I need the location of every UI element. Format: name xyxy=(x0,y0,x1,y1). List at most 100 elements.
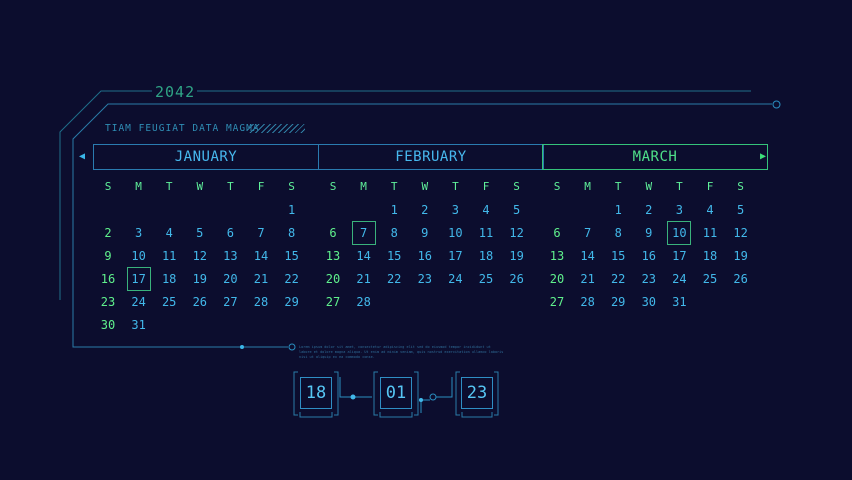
month-title[interactable]: MARCH xyxy=(542,144,768,170)
day-cell[interactable]: 16 xyxy=(413,248,437,265)
day-cell[interactable]: 5 xyxy=(729,202,753,219)
day-cell[interactable]: 30 xyxy=(637,294,661,311)
day-cell[interactable]: 17 xyxy=(443,248,467,265)
day-cell[interactable]: 25 xyxy=(157,294,181,311)
day-cell[interactable]: 7 xyxy=(249,225,273,242)
selected-day-cell[interactable]: 7 xyxy=(351,221,376,245)
day-cell[interactable]: 16 xyxy=(637,248,661,265)
day-cell[interactable]: 31 xyxy=(127,317,151,334)
day-cell[interactable]: 13 xyxy=(545,248,569,265)
day-cell[interactable]: 28 xyxy=(352,294,376,311)
day-cell[interactable]: 22 xyxy=(382,271,406,288)
day-cell[interactable]: 24 xyxy=(443,271,467,288)
weekday-label: F xyxy=(482,180,490,193)
day-cell[interactable]: 3 xyxy=(127,225,151,242)
day-cell[interactable]: 22 xyxy=(280,271,304,288)
day-cell[interactable]: 28 xyxy=(249,294,273,311)
day-cell[interactable]: 11 xyxy=(698,225,722,242)
day-cell[interactable]: 23 xyxy=(637,271,661,288)
day-cell[interactable]: 9 xyxy=(96,248,120,265)
day-cell[interactable]: 12 xyxy=(729,225,753,242)
weekday-label: W xyxy=(196,180,204,193)
day-cell[interactable]: 26 xyxy=(729,271,753,288)
day-cell[interactable]: 26 xyxy=(188,294,212,311)
day-cell[interactable]: 29 xyxy=(280,294,304,311)
selected-day-cell[interactable]: 10 xyxy=(667,221,692,245)
day-cell[interactable]: 23 xyxy=(413,271,437,288)
day-cell[interactable]: 30 xyxy=(96,317,120,334)
day-cell[interactable]: 19 xyxy=(505,248,529,265)
day-cell[interactable]: 12 xyxy=(505,225,529,242)
calendar-subtitle: TIAM FEUGIAT DATA MAGMA xyxy=(105,123,260,134)
day-cell[interactable]: 8 xyxy=(280,225,304,242)
day-cell[interactable]: 4 xyxy=(474,202,498,219)
day-cell[interactable]: 1 xyxy=(280,202,304,219)
day-cell[interactable]: 14 xyxy=(576,248,600,265)
day-cell[interactable]: 10 xyxy=(443,225,467,242)
day-cell[interactable]: 22 xyxy=(606,271,630,288)
day-cell[interactable]: 15 xyxy=(606,248,630,265)
day-cell[interactable]: 7 xyxy=(576,225,600,242)
day-cell[interactable]: 4 xyxy=(157,225,181,242)
day-cell[interactable]: 20 xyxy=(218,271,242,288)
day-cell[interactable]: 6 xyxy=(321,225,345,242)
day-cell[interactable]: 10 xyxy=(127,248,151,265)
day-cell[interactable]: 2 xyxy=(637,202,661,219)
day-cell[interactable]: 12 xyxy=(188,248,212,265)
day-cell[interactable]: 17 xyxy=(667,248,691,265)
day-cell[interactable]: 8 xyxy=(606,225,630,242)
month-title[interactable]: JANUARY xyxy=(93,144,319,170)
day-cell[interactable]: 11 xyxy=(157,248,181,265)
day-cell[interactable]: 20 xyxy=(545,271,569,288)
prev-month-icon[interactable]: ◀ xyxy=(79,151,85,163)
day-cell[interactable]: 5 xyxy=(188,225,212,242)
day-cell[interactable]: 18 xyxy=(698,248,722,265)
day-cell[interactable]: 9 xyxy=(413,225,437,242)
day-cell[interactable]: 13 xyxy=(218,248,242,265)
day-cell[interactable]: 27 xyxy=(321,294,345,311)
day-cell[interactable]: 15 xyxy=(280,248,304,265)
day-cell[interactable]: 1 xyxy=(382,202,406,219)
weekday-label: W xyxy=(421,180,429,193)
weekday-row: SMTWTFS xyxy=(542,180,768,196)
day-cell[interactable]: 27 xyxy=(545,294,569,311)
day-cell[interactable]: 5 xyxy=(505,202,529,219)
day-cell[interactable]: 24 xyxy=(667,271,691,288)
day-cell[interactable]: 25 xyxy=(474,271,498,288)
day-cell[interactable]: 19 xyxy=(729,248,753,265)
day-cell[interactable]: 8 xyxy=(382,225,406,242)
day-cell[interactable]: 24 xyxy=(127,294,151,311)
day-cell[interactable]: 13 xyxy=(321,248,345,265)
day-cell[interactable]: 2 xyxy=(96,225,120,242)
weekday-label: W xyxy=(645,180,653,193)
day-cell[interactable]: 14 xyxy=(352,248,376,265)
day-cell[interactable]: 14 xyxy=(249,248,273,265)
day-cell[interactable]: 20 xyxy=(321,271,345,288)
day-cell[interactable]: 15 xyxy=(382,248,406,265)
day-cell[interactable]: 9 xyxy=(637,225,661,242)
day-cell[interactable]: 21 xyxy=(576,271,600,288)
day-cell[interactable]: 3 xyxy=(667,202,691,219)
day-cell[interactable]: 31 xyxy=(667,294,691,311)
day-cell[interactable]: 29 xyxy=(606,294,630,311)
day-cell[interactable]: 21 xyxy=(249,271,273,288)
day-cell[interactable]: 28 xyxy=(576,294,600,311)
day-cell[interactable]: 4 xyxy=(698,202,722,219)
month-title[interactable]: FEBRUARY xyxy=(318,144,544,170)
day-cell[interactable]: 6 xyxy=(218,225,242,242)
selected-day-cell[interactable]: 17 xyxy=(126,267,151,291)
day-cell[interactable]: 21 xyxy=(352,271,376,288)
day-cell[interactable]: 1 xyxy=(606,202,630,219)
day-cell[interactable]: 18 xyxy=(157,271,181,288)
day-cell[interactable]: 18 xyxy=(474,248,498,265)
day-cell[interactable]: 23 xyxy=(96,294,120,311)
day-cell[interactable]: 19 xyxy=(188,271,212,288)
day-cell[interactable]: 27 xyxy=(218,294,242,311)
day-cell[interactable]: 26 xyxy=(505,271,529,288)
day-cell[interactable]: 2 xyxy=(413,202,437,219)
day-cell[interactable]: 25 xyxy=(698,271,722,288)
day-cell[interactable]: 6 xyxy=(545,225,569,242)
day-cell[interactable]: 3 xyxy=(443,202,467,219)
day-cell[interactable]: 11 xyxy=(474,225,498,242)
day-cell[interactable]: 16 xyxy=(96,271,120,288)
